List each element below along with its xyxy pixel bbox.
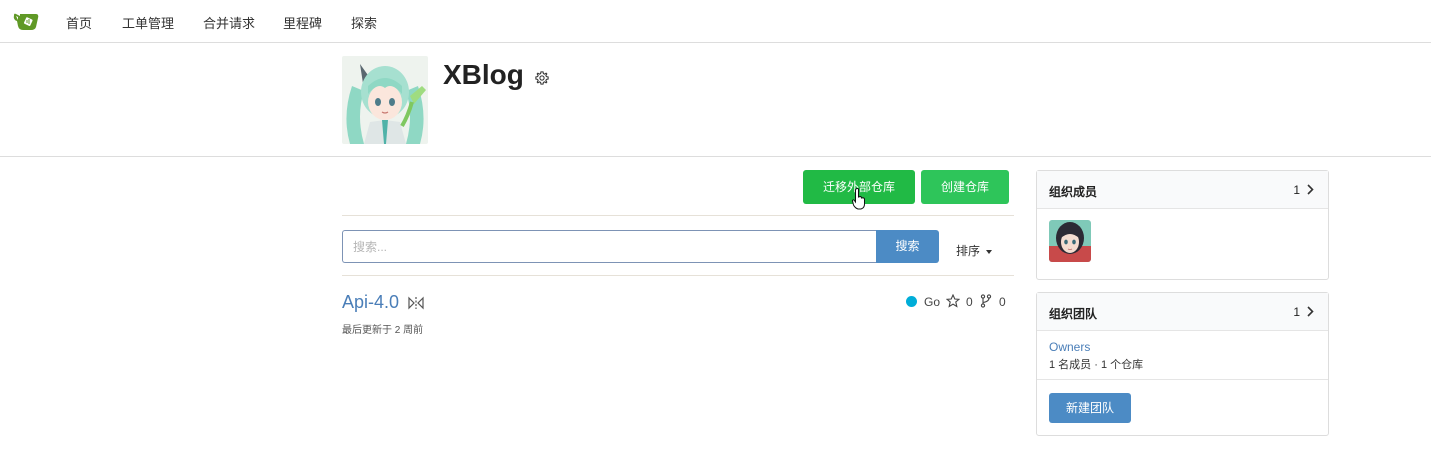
- org-header: XBlog: [0, 43, 1431, 157]
- hand-cursor-icon: [852, 188, 865, 210]
- members-count: 1: [1293, 183, 1300, 197]
- chevron-right-icon[interactable]: [1306, 306, 1314, 317]
- teams-card-header[interactable]: 组织团队 1: [1037, 293, 1328, 331]
- teams-card: 组织团队 1 Owners 1 名成员 · 1 个仓库 新建团队: [1036, 292, 1329, 436]
- fork-count: 0: [999, 295, 1006, 309]
- member-avatar[interactable]: [1049, 220, 1091, 262]
- nav-pull-requests[interactable]: 合并请求: [203, 13, 255, 32]
- mirror-icon: [408, 296, 424, 310]
- org-name: XBlog: [443, 59, 524, 90]
- divider: [342, 215, 1014, 216]
- create-repo-button[interactable]: 创建仓库: [921, 170, 1009, 204]
- sort-dropdown[interactable]: 排序: [956, 242, 993, 259]
- new-team-button[interactable]: 新建团队: [1049, 393, 1131, 423]
- sort-label: 排序: [956, 244, 981, 258]
- teams-title: 组织团队: [1049, 307, 1098, 321]
- org-avatar: [342, 56, 428, 144]
- repo-name-link[interactable]: Api-4.0: [342, 292, 399, 313]
- language-color-dot: [906, 296, 917, 307]
- chevron-right-icon[interactable]: [1306, 184, 1314, 195]
- team-meta: 1 名成员 · 1 个仓库: [1049, 359, 1144, 371]
- search-input[interactable]: [342, 230, 877, 263]
- search-button[interactable]: 搜索: [876, 230, 939, 263]
- repo-language: Go: [924, 295, 941, 309]
- gear-icon[interactable]: [535, 71, 549, 85]
- top-navbar: 首页 工单管理 合并请求 里程碑 探索: [0, 0, 1431, 43]
- members-title: 组织成员: [1049, 185, 1098, 199]
- nav-explore[interactable]: 探索: [351, 13, 377, 32]
- caret-down-icon: [986, 249, 993, 254]
- teams-count: 1: [1293, 305, 1300, 319]
- gitea-logo-icon[interactable]: [12, 10, 40, 32]
- nav-milestones[interactable]: 里程碑: [283, 13, 322, 32]
- fork-icon: [980, 294, 992, 308]
- divider: [342, 275, 1014, 276]
- divider: [1037, 379, 1328, 380]
- members-card: 组织成员 1: [1036, 170, 1329, 280]
- repo-updated-time: 最后更新于 2 周前: [342, 325, 424, 336]
- star-count: 0: [966, 295, 973, 309]
- members-card-header[interactable]: 组织成员 1: [1037, 171, 1328, 209]
- star-icon: [946, 294, 960, 308]
- nav-home[interactable]: 首页: [66, 13, 92, 32]
- team-owners-link[interactable]: Owners: [1049, 340, 1090, 354]
- nav-issues[interactable]: 工单管理: [122, 13, 174, 32]
